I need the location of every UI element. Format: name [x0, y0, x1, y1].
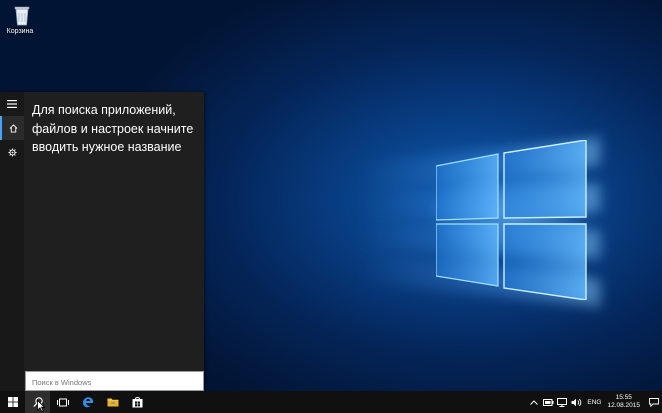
- file-explorer-icon: [107, 398, 118, 407]
- store-icon: [132, 397, 143, 408]
- file-explorer-button[interactable]: [100, 391, 125, 413]
- volume-button[interactable]: [570, 391, 582, 413]
- taskbar: ENG 15:55 12.08.2015: [0, 391, 662, 413]
- desktop-icon-recycle-bin[interactable]: Корзина: [6, 4, 38, 35]
- windows-start-icon: [7, 397, 18, 407]
- windows-hero-logo: [436, 140, 587, 300]
- clock[interactable]: 15:55 12.08.2015: [607, 394, 640, 410]
- home-button[interactable]: [0, 116, 24, 140]
- battery-icon: [542, 398, 554, 406]
- task-view-icon: [56, 398, 69, 406]
- network-button[interactable]: [556, 391, 568, 413]
- edge-icon: [82, 397, 93, 408]
- network-icon: [557, 397, 568, 407]
- start-menu: Для поиска приложений, файлов и настроек…: [0, 92, 204, 392]
- chevron-up-icon: [530, 399, 539, 405]
- hamburger-menu-icon: [7, 100, 17, 108]
- volume-icon: [571, 398, 582, 406]
- desktop-icon-label: Корзина: [6, 28, 34, 35]
- notification-icon: [649, 397, 659, 407]
- system-tray: ENG 15:55 12.08.2015: [527, 391, 662, 413]
- start-menu-rail: [0, 92, 24, 391]
- store-button[interactable]: [125, 391, 150, 413]
- hamburger-menu-button[interactable]: [0, 92, 24, 116]
- clock-time: 15:55: [615, 394, 632, 401]
- gear-icon: [7, 147, 17, 157]
- start-button[interactable]: [0, 391, 25, 413]
- show-hidden-icons-button[interactable]: [528, 391, 540, 413]
- battery-button[interactable]: [542, 391, 554, 413]
- edge-button[interactable]: [75, 391, 100, 413]
- search-input[interactable]: [26, 373, 203, 392]
- clock-date: 12.08.2015: [607, 402, 640, 409]
- language-indicator[interactable]: ENG: [587, 399, 601, 406]
- task-view-button[interactable]: [50, 391, 75, 413]
- mouse-cursor-icon: [37, 400, 45, 412]
- search-hint-text: Для поиска приложений, файлов и настроек…: [32, 103, 194, 154]
- settings-button[interactable]: [0, 140, 24, 164]
- recycle-bin-icon: [14, 6, 30, 26]
- search-box[interactable]: [25, 371, 204, 392]
- home-icon: [9, 123, 17, 133]
- action-center-button[interactable]: [648, 391, 660, 413]
